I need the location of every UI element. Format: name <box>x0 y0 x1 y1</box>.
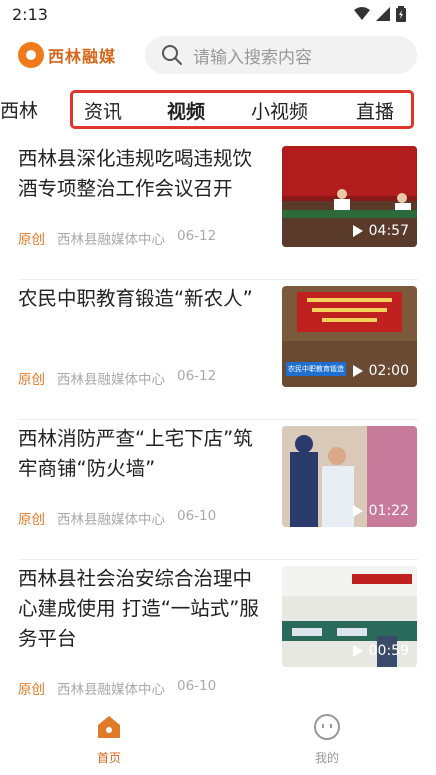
original-tag: 原创 <box>18 372 45 388</box>
search-input[interactable]: 请输入搜索内容 <box>145 36 417 74</box>
news-title: 西林县深化违规吃喝违规饮酒专项整治工作会议召开 <box>18 147 253 200</box>
status-time: 2:13 <box>12 5 48 24</box>
thumbnail-overlay-text: 农民中职教育锻造 <box>288 365 344 373</box>
home-icon <box>98 716 120 738</box>
news-date: 06-10 <box>177 678 217 694</box>
battery-icon <box>396 6 406 22</box>
original-tag: 原创 <box>18 512 45 528</box>
tab-live[interactable]: 直播 <box>356 97 394 124</box>
nav-mine-label: 我的 <box>314 751 339 765</box>
video-duration: 00:59 <box>352 643 409 659</box>
app-header: 西林融媒 请输入搜索内容 <box>0 30 436 86</box>
news-source: 西林县融媒体中心 <box>57 232 165 248</box>
video-duration: 02:00 <box>352 363 409 379</box>
news-item[interactable]: 西林县社会治安综合治理中心建成使用 打造“一站式”服务平台 原创 西林县融媒体中… <box>0 560 436 710</box>
news-item[interactable]: 西林县深化违规吃喝违规饮酒专项整治工作会议召开 原创 西林县融媒体中心 06-1… <box>0 140 436 280</box>
news-meta: 原创 西林县融媒体中心 06-12 <box>18 228 216 248</box>
duration-text: 04:57 <box>368 223 409 239</box>
nav-mine[interactable]: 我的 <box>287 713 367 766</box>
video-thumbnail[interactable]: 04:57 <box>282 146 417 247</box>
news-item[interactable]: 西林消防严查“上宅下店”筑牢商铺“防火墙” 原创 西林县融媒体中心 06-10 … <box>0 420 436 560</box>
tab-video[interactable]: 视频 <box>167 97 205 124</box>
news-title: 西林县社会治安综合治理中心建成使用 打造“一站式”服务平台 <box>18 567 259 650</box>
news-item[interactable]: 农民中职教育锻造“新农人” 原创 西林县融媒体中心 06-12 农民中职教育锻造… <box>0 280 436 420</box>
status-bar: 2:13 <box>0 0 436 30</box>
tab-short-video[interactable]: 小视频 <box>251 97 308 124</box>
news-source: 西林县融媒体中心 <box>57 682 165 698</box>
bottom-nav: 首页 我的 <box>0 705 436 775</box>
news-title: 西林消防严查“上宅下店”筑牢商铺“防火墙” <box>18 427 253 480</box>
face-icon <box>314 714 340 740</box>
news-title: 农民中职教育锻造“新农人” <box>18 287 253 310</box>
news-date: 06-12 <box>177 228 217 244</box>
play-icon <box>352 365 363 377</box>
duration-text: 02:00 <box>368 363 409 379</box>
play-icon <box>352 645 363 657</box>
app-logo: 西林融媒 <box>18 42 116 68</box>
search-icon <box>162 45 182 65</box>
signal-icon <box>376 7 390 21</box>
wifi-icon <box>354 7 370 20</box>
search-placeholder: 请输入搜索内容 <box>193 47 312 68</box>
category-tabs: 西林 资讯 视频 小视频 直播 <box>0 88 436 129</box>
status-icons <box>354 6 406 22</box>
nav-home[interactable]: 首页 <box>69 713 149 766</box>
original-tag: 原创 <box>18 232 45 248</box>
news-source: 西林县融媒体中心 <box>57 512 165 528</box>
video-thumbnail[interactable]: 01:22 <box>282 426 417 527</box>
video-duration: 04:57 <box>352 223 409 239</box>
video-duration: 01:22 <box>352 503 409 519</box>
original-tag: 原创 <box>18 682 45 698</box>
news-meta: 原创 西林县融媒体中心 06-10 <box>18 508 216 528</box>
tab-partial-xilin[interactable]: 西林 <box>0 96 38 123</box>
nav-home-label: 首页 <box>96 751 121 765</box>
news-source: 西林县融媒体中心 <box>57 372 165 388</box>
duration-text: 00:59 <box>368 643 409 659</box>
logo-text: 西林融媒 <box>48 47 117 66</box>
news-date: 06-12 <box>177 368 217 384</box>
video-thumbnail[interactable]: 农民中职教育锻造 02:00 <box>282 286 417 387</box>
play-icon <box>352 505 363 517</box>
play-icon <box>352 225 363 237</box>
orange-logo-icon <box>18 42 44 68</box>
duration-text: 01:22 <box>368 503 409 519</box>
news-meta: 原创 西林县融媒体中心 06-10 <box>18 678 216 698</box>
news-meta: 原创 西林县融媒体中心 06-12 <box>18 368 216 388</box>
video-thumbnail[interactable]: 00:59 <box>282 566 417 667</box>
news-date: 06-10 <box>177 508 217 524</box>
tab-news[interactable]: 资讯 <box>84 97 122 124</box>
tabs-highlight-box: 资讯 视频 小视频 直播 <box>70 90 414 129</box>
